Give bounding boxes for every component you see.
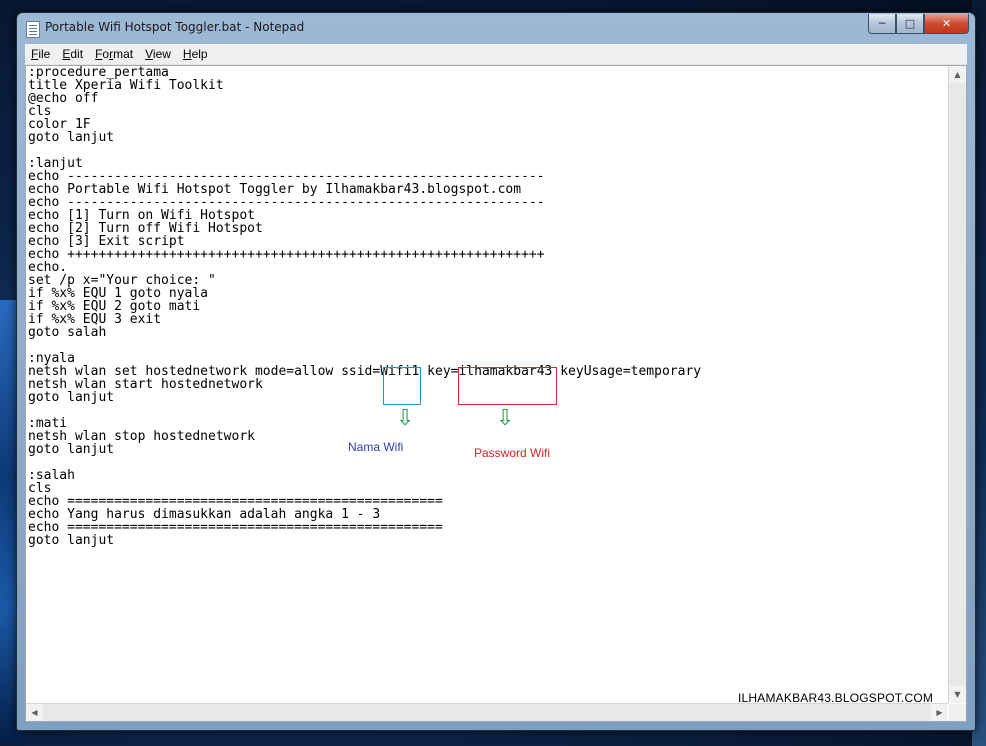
minimize-button[interactable]: ─	[868, 14, 896, 34]
title-bar[interactable]: Portable Wifi Hotspot Toggler.bat - Note…	[17, 13, 975, 43]
vertical-scrollbar[interactable]: ▲ ▼	[948, 66, 966, 703]
caption-buttons: ─ □ ✕	[868, 14, 969, 34]
key-annotation-label: Password Wifi	[474, 446, 551, 460]
maximize-button[interactable]: □	[896, 14, 924, 34]
ssid-highlight-box	[383, 367, 421, 405]
menu-help[interactable]: Help	[177, 47, 214, 61]
scroll-right-icon[interactable]: ▶	[931, 704, 948, 721]
close-button[interactable]: ✕	[924, 14, 969, 34]
file-content[interactable]: :procedure_pertama title Xperia Wifi Too…	[28, 66, 701, 547]
notepad-icon	[26, 21, 40, 38]
ssid-annotation-label: Nama Wifi	[348, 440, 404, 454]
horizontal-scrollbar[interactable]: ◀ ▶	[26, 703, 948, 721]
menu-view[interactable]: View	[139, 47, 177, 61]
key-highlight-box	[458, 367, 557, 405]
menu-bar: File Edit Format View Help	[25, 44, 967, 65]
down-arrow-icon: ⇩	[396, 406, 415, 431]
notepad-window: Portable Wifi Hotspot Toggler.bat - Note…	[16, 12, 976, 731]
menu-file[interactable]: File	[25, 47, 56, 61]
down-arrow-icon: ⇩	[496, 406, 515, 431]
text-area[interactable]: :procedure_pertama title Xperia Wifi Too…	[26, 66, 948, 703]
scroll-up-icon[interactable]: ▲	[949, 66, 966, 83]
watermark-text: ILHAMAKBAR43.BLOGSPOT.COM	[738, 691, 934, 703]
menu-edit[interactable]: Edit	[56, 47, 89, 61]
scroll-left-icon[interactable]: ◀	[26, 704, 43, 721]
window-title: Portable Wifi Hotspot Toggler.bat - Note…	[45, 20, 305, 34]
menu-format[interactable]: Format	[89, 47, 139, 61]
size-grip[interactable]	[949, 704, 966, 721]
scroll-down-icon[interactable]: ▼	[949, 686, 966, 703]
editor-area[interactable]: :procedure_pertama title Xperia Wifi Too…	[25, 65, 967, 722]
